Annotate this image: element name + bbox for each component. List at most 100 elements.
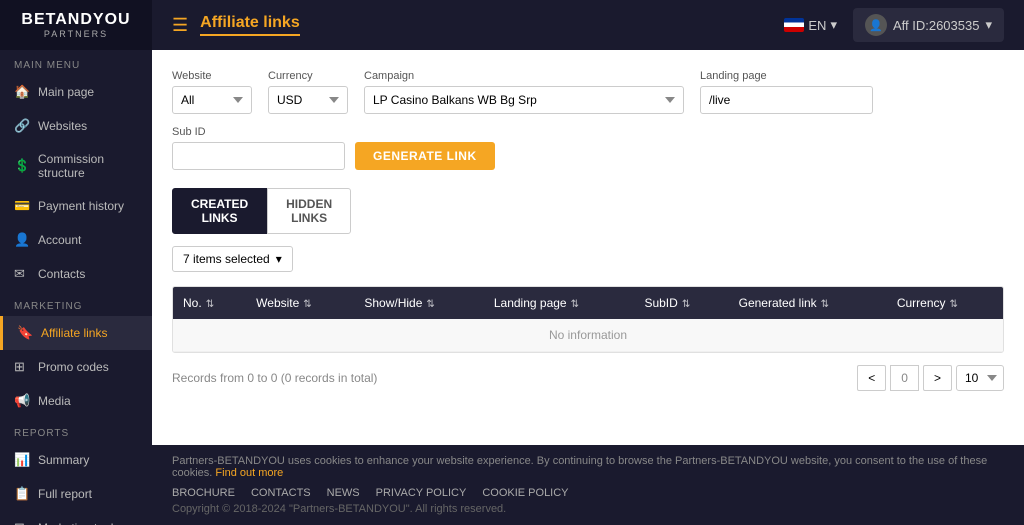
sidebar-item-label: Summary	[38, 453, 89, 467]
commission-structure-icon: 💲	[14, 158, 30, 174]
website-label: Website	[172, 70, 252, 82]
next-page-button[interactable]: >	[923, 365, 952, 391]
records-text: Records from 0 to 0 (0 records in total)	[172, 371, 377, 385]
sidebar-item-account[interactable]: 👤 Account	[0, 223, 152, 257]
sidebar-item-label: Full report	[38, 487, 92, 501]
footer-link-cookie-policy[interactable]: COOKIE POLICY	[482, 487, 568, 499]
sidebar-item-label: Main page	[38, 85, 94, 99]
account-icon: 👤	[14, 232, 30, 248]
items-selector[interactable]: 7 items selected ▾	[172, 246, 293, 272]
col-label: Generated link	[739, 296, 817, 310]
col-header-no[interactable]: No.⇅	[173, 287, 246, 319]
footer-link-news[interactable]: NEWS	[327, 487, 360, 499]
col-label: Currency	[897, 296, 946, 310]
website-filter-group: Website All	[172, 70, 252, 114]
currency-select[interactable]: USD	[268, 86, 348, 114]
media-icon: 📢	[14, 393, 30, 409]
items-selector-label: 7 items selected	[183, 252, 270, 266]
data-table-wrap: No.⇅Website⇅Show/Hide⇅Landing page⇅SubID…	[172, 286, 1004, 353]
subid-label: Sub ID	[172, 126, 345, 138]
language-selector[interactable]: EN ▾	[784, 17, 837, 33]
footer-link-privacy-policy[interactable]: PRIVACY POLICY	[376, 487, 467, 499]
topbar-right: EN ▾ 👤 Aff ID:2603535 ▾	[784, 8, 1004, 42]
sidebar-item-label: Contacts	[38, 267, 85, 281]
sidebar-item-websites[interactable]: 🔗Websites	[0, 109, 152, 143]
user-menu[interactable]: 👤 Aff ID:2603535 ▾	[853, 8, 1004, 42]
copyright-text: Copyright © 2018-2024 "Partners-BETANDYO…	[172, 503, 1004, 515]
content-area: Website All Currency USD Campaign LP Cas…	[152, 50, 1024, 445]
sort-icon: ⇅	[206, 299, 214, 310]
col-header-website[interactable]: Website ⇅	[246, 287, 354, 319]
items-selector-chevron-icon: ▾	[276, 252, 282, 266]
sidebar-item-media[interactable]: 📢Media	[0, 384, 152, 418]
logo-brand: BETANDYOU	[21, 11, 130, 29]
currency-filter-group: Currency USD	[268, 70, 348, 114]
logo-sub: PARTNERS	[44, 29, 108, 39]
sidebar-item-full-report[interactable]: 📋 Full report	[0, 477, 152, 511]
website-select[interactable]: All	[172, 86, 252, 114]
sidebar-section-label: MARKETING	[0, 291, 152, 316]
full-report-icon: 📋	[14, 486, 30, 502]
lang-chevron-icon: ▾	[830, 17, 837, 33]
pagination-controls: < 0 > 10	[857, 365, 1004, 391]
user-id-label: Aff ID:2603535	[893, 18, 980, 33]
campaign-label: Campaign	[364, 70, 684, 82]
find-out-more-link[interactable]: Find out more	[215, 467, 283, 479]
sidebar-item-affiliate-links[interactable]: 🔖Affiliate links	[0, 316, 152, 350]
sidebar: BETANDYOU PARTNERS MAIN MENU 🏠 Main page 🔗W…	[0, 0, 152, 525]
page-title: Affiliate links	[200, 14, 300, 36]
sidebar-item-label: Account	[38, 233, 81, 247]
no-info-cell: No information	[173, 319, 1003, 352]
current-page: 0	[890, 365, 919, 391]
app-container: BETANDYOU PARTNERS MAIN MENU 🏠 Main page 🔗W…	[0, 0, 1024, 525]
col-header-show-hide[interactable]: Show/Hide ⇅	[354, 287, 484, 319]
cookie-text: Partners-BETANDYOU uses cookies to enhan…	[172, 455, 987, 479]
footer-link-contacts[interactable]: CONTACTS	[251, 487, 311, 499]
main-page-icon: 🏠	[14, 84, 30, 100]
col-label: Landing page	[494, 296, 567, 310]
logo: BETANDYOU PARTNERS	[0, 0, 152, 50]
cookie-notice: Partners-BETANDYOU uses cookies to enhan…	[172, 455, 1004, 479]
sidebar-item-commission-structure[interactable]: 💲Commission structure	[0, 143, 152, 189]
footer-link-brochure[interactable]: BROCHURE	[172, 487, 235, 499]
col-header-generated-link[interactable]: Generated link ⇅	[729, 287, 887, 319]
user-avatar-icon: 👤	[865, 14, 887, 36]
promo-codes-icon: ⊞	[14, 359, 30, 375]
subid-filter-group: Sub ID	[172, 126, 345, 170]
sort-icon: ⇅	[821, 299, 829, 310]
sidebar-item-main-page[interactable]: 🏠 Main page	[0, 75, 152, 109]
col-header-currency[interactable]: Currency⇅	[887, 287, 1003, 319]
col-label: Website	[256, 296, 299, 310]
sidebar-item-marketing-tools[interactable]: ⊞Marketing tools	[0, 511, 152, 525]
generate-link-button[interactable]: GENERATE LINK	[355, 142, 495, 170]
sidebar-item-label: Payment history	[38, 199, 124, 213]
prev-page-button[interactable]: <	[857, 365, 886, 391]
tab-hidden-links[interactable]: HIDDENLINKS	[267, 188, 351, 234]
subid-input[interactable]	[172, 142, 345, 170]
sidebar-item-promo-codes[interactable]: ⊞ Promo codes	[0, 350, 152, 384]
affiliate-links-icon: 🔖	[17, 325, 33, 341]
per-page-select[interactable]: 10	[956, 365, 1004, 391]
sidebar-item-payment-history[interactable]: 💳 Payment history	[0, 189, 152, 223]
col-header-landing-page[interactable]: Landing page⇅	[484, 287, 635, 319]
landing-page-input[interactable]	[700, 86, 873, 114]
sidebar-item-label: Websites	[38, 119, 87, 133]
campaign-select[interactable]: LP Casino Balkans WB Bg Srp	[364, 86, 684, 114]
landing-page-filter-group: Landing page	[700, 70, 873, 114]
sidebar-item-label: Promo codes	[38, 360, 109, 374]
flag-icon	[784, 18, 804, 32]
sort-icon: ⇅	[426, 299, 434, 310]
subid-row: Sub ID GENERATE LINK	[172, 126, 1004, 170]
payment-history-icon: 💳	[14, 198, 30, 214]
sidebar-section-label: MAIN MENU	[0, 50, 152, 75]
tabs-container: CREATEDLINKS HIDDENLINKS	[172, 188, 1004, 234]
hamburger-icon[interactable]: ☰	[172, 15, 188, 36]
tab-created-links[interactable]: CREATEDLINKS	[172, 188, 267, 234]
data-table: No.⇅Website⇅Show/Hide⇅Landing page⇅SubID…	[173, 287, 1003, 352]
sidebar-item-summary[interactable]: 📊Summary	[0, 443, 152, 477]
sidebar-item-contacts[interactable]: ✉ Contacts	[0, 257, 152, 291]
col-label: Show/Hide	[364, 296, 422, 310]
sort-icon: ⇅	[303, 299, 311, 310]
contacts-icon: ✉	[14, 266, 30, 282]
col-header-subid[interactable]: SubID⇅	[634, 287, 728, 319]
